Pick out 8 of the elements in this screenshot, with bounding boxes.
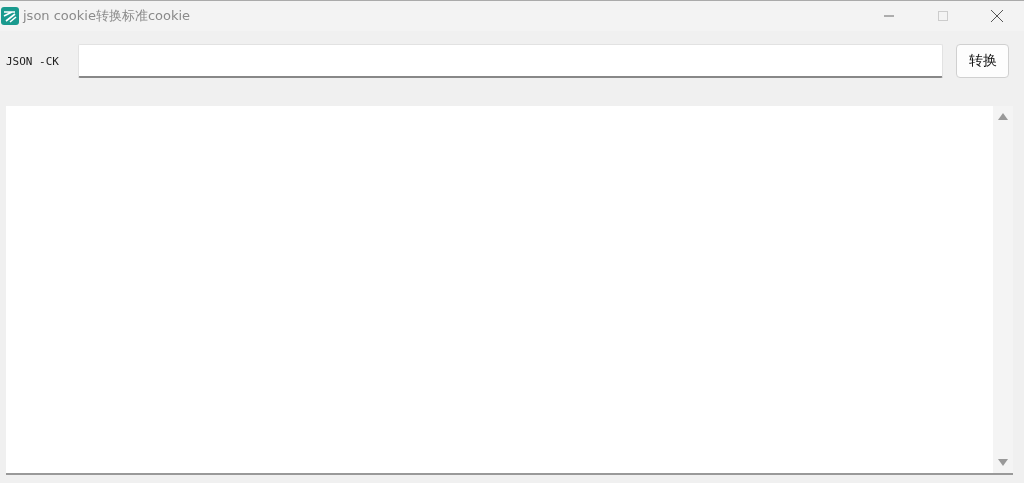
json-input-field[interactable]	[78, 44, 943, 78]
json-label: JSON -CK	[6, 54, 60, 68]
convert-button[interactable]: 转换	[956, 44, 1009, 78]
scrollbar[interactable]	[993, 106, 1013, 473]
scroll-up-icon[interactable]	[998, 112, 1008, 120]
close-icon[interactable]	[990, 9, 1004, 23]
scroll-down-icon[interactable]	[998, 459, 1008, 467]
window-title: json cookie转换标准cookie	[23, 7, 192, 25]
